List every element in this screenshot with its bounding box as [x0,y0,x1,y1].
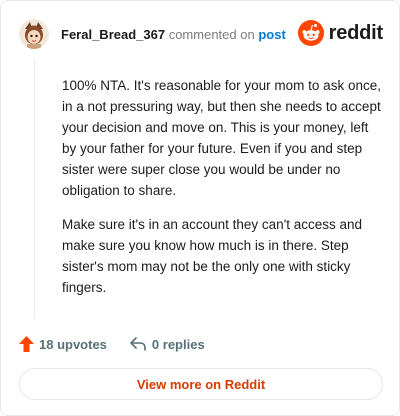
comment-body: 100% NTA. It's reasonable for your mom t… [62,75,384,311]
reply-count: 0 replies [151,336,205,352]
avatar-image [19,19,49,49]
reddit-wordmark: reddit [328,21,384,44]
comment-paragraph: 100% NTA. It's reasonable for your mom t… [62,78,381,198]
upvote-arrow-icon [19,336,34,352]
thread-line [34,59,35,319]
upvote-stat[interactable]: 18 upvotes [19,336,107,352]
reply-stat[interactable]: 0 replies [129,336,205,352]
comment-meta: Feral_Bread_367 commented on post [61,27,286,42]
reddit-logo-icon [297,20,324,46]
comment-paragraph: Make sure it's in an account they can't … [62,217,363,295]
comment-header: Feral_Bread_367 commented on post reddit [19,17,383,51]
post-link[interactable]: post [258,27,285,42]
reddit-brand[interactable]: reddit [297,20,384,46]
upvote-count: 18 upvotes [39,336,107,352]
action-text: commented on [168,26,255,42]
view-more-button[interactable]: View more on Reddit [19,368,383,400]
user-avatar[interactable] [19,19,49,49]
username[interactable]: Feral_Bread_367 [61,27,165,42]
reply-arrow-icon [130,337,146,351]
comment-footer: 18 upvotes 0 replies [19,333,227,355]
reddit-comment-embed: Feral_Bread_367 commented on post reddit… [0,0,400,416]
